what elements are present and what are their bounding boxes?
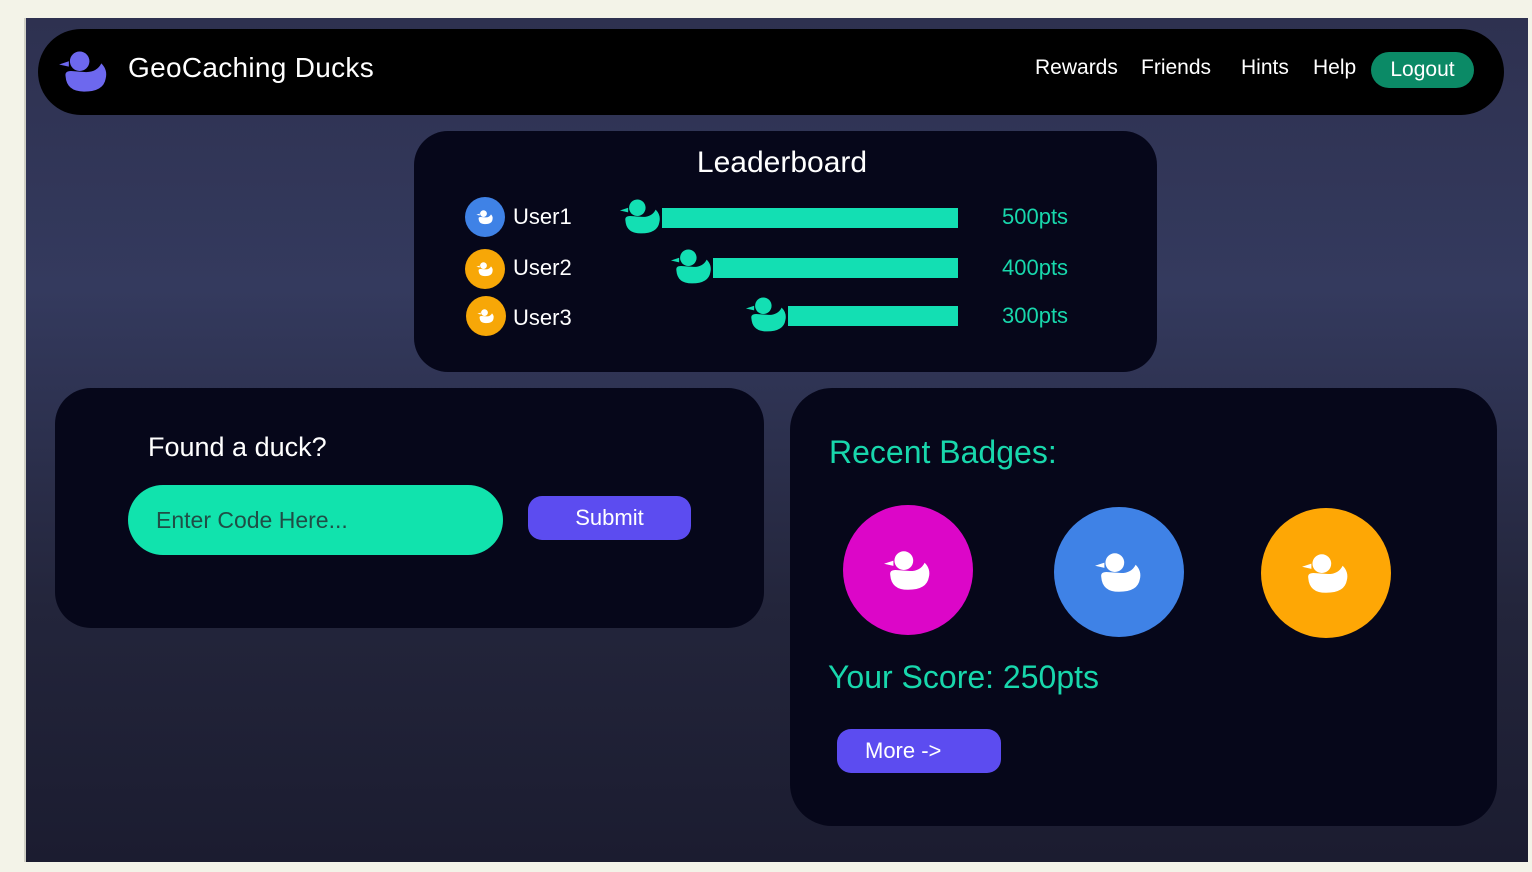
score-bar — [713, 258, 958, 278]
user-avatar[interactable] — [465, 249, 505, 289]
badge-orange[interactable] — [1261, 508, 1391, 638]
duck-icon — [670, 246, 714, 286]
badge-blue[interactable] — [1054, 507, 1184, 637]
duck-icon — [58, 48, 110, 94]
nav-help-link[interactable]: Help — [1313, 56, 1356, 80]
nav-hints-link[interactable]: Hints — [1241, 56, 1289, 80]
duck-icon — [619, 196, 663, 236]
more-button[interactable]: More -> — [837, 729, 1001, 773]
duck-icon — [477, 308, 495, 324]
leaderboard-title: Leaderboard — [696, 146, 868, 179]
leaderboard-points: 300pts — [1002, 303, 1069, 328]
nav-friends-link[interactable]: Friends — [1141, 56, 1211, 80]
duck-icon — [476, 209, 494, 225]
recent-badges-title: Recent Badges: — [829, 434, 1057, 470]
your-score: Your Score: 250pts — [828, 659, 1099, 695]
leaderboard-username: User3 — [513, 305, 572, 330]
duck-icon — [883, 548, 933, 592]
submit-button[interactable]: Submit — [528, 496, 691, 540]
score-bar — [788, 306, 958, 326]
duck-icon — [476, 261, 494, 277]
found-duck-title: Found a duck? — [148, 432, 327, 462]
leaderboard-username: User2 — [513, 255, 572, 280]
logout-button[interactable]: Logout — [1371, 52, 1474, 88]
duck-icon — [1094, 550, 1144, 594]
duck-icon — [1301, 551, 1351, 595]
nav-rewards-link[interactable]: Rewards — [1035, 56, 1118, 80]
leaderboard-points: 400pts — [1002, 255, 1069, 280]
leaderboard-username: User1 — [513, 204, 572, 229]
user-avatar[interactable] — [466, 296, 506, 336]
user-avatar[interactable] — [465, 197, 505, 237]
duck-code-input[interactable] — [128, 485, 503, 555]
leaderboard-points: 500pts — [1002, 204, 1069, 229]
duck-icon — [745, 294, 789, 334]
badge-magenta[interactable] — [843, 505, 973, 635]
score-bar — [662, 208, 958, 228]
app-title: GeoCaching Ducks — [128, 52, 375, 83]
